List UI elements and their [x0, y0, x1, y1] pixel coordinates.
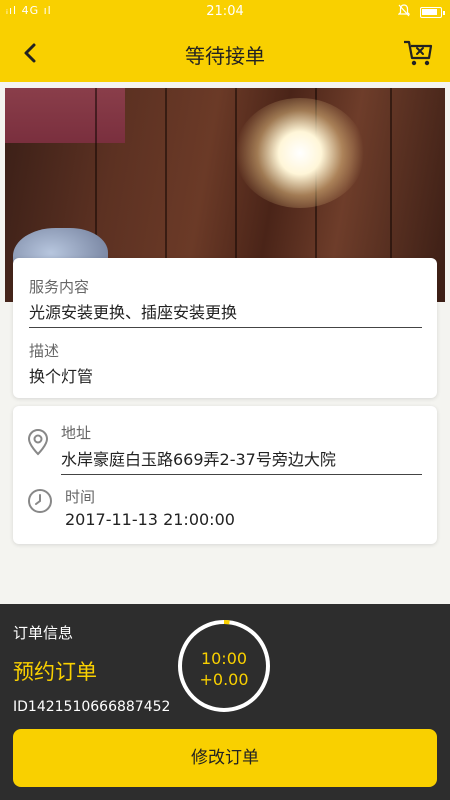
photo-light	[235, 98, 365, 208]
description-label: 描述	[29, 342, 60, 360]
photo-rug	[5, 88, 125, 143]
clock-icon	[27, 488, 53, 514]
clock: 21:04	[206, 4, 244, 19]
time-label: 时间	[65, 488, 96, 506]
order-info-label: 订单信息	[13, 624, 74, 642]
cart-cancel-icon[interactable]	[402, 36, 434, 68]
countdown-time: 10:00	[200, 649, 248, 668]
service-content-value: 光源安装更换、插座安装更换	[29, 303, 238, 322]
divider	[61, 474, 422, 475]
app-header: 等待接单	[0, 24, 450, 82]
order-id: ID1421510666887452	[13, 699, 171, 715]
status-bar: ᵢıl 4G ıl 21:04	[0, 0, 450, 24]
location-pin-icon	[25, 428, 51, 456]
page-title: 等待接单	[185, 44, 265, 68]
description-value: 换个灯管	[29, 367, 94, 386]
notification-muted-icon	[397, 4, 411, 20]
modify-order-button[interactable]: 修改订单	[13, 729, 437, 787]
location-card: 地址 水岸豪庭白玉路669弄2-37号旁边大院 时间 2017-11-13 21…	[13, 406, 437, 544]
address-value: 水岸豪庭白玉路669弄2-37号旁边大院	[61, 450, 336, 469]
divider	[29, 327, 422, 328]
battery-icon	[420, 6, 445, 18]
service-card: 服务内容 光源安装更换、插座安装更换 描述 换个灯管	[13, 258, 437, 398]
time-value: 2017-11-13 21:00:00	[65, 510, 235, 529]
order-type: 预约订单	[13, 660, 97, 684]
service-content-label: 服务内容	[29, 278, 90, 296]
countdown-price: +0.00	[199, 670, 249, 689]
address-label: 地址	[61, 424, 92, 442]
